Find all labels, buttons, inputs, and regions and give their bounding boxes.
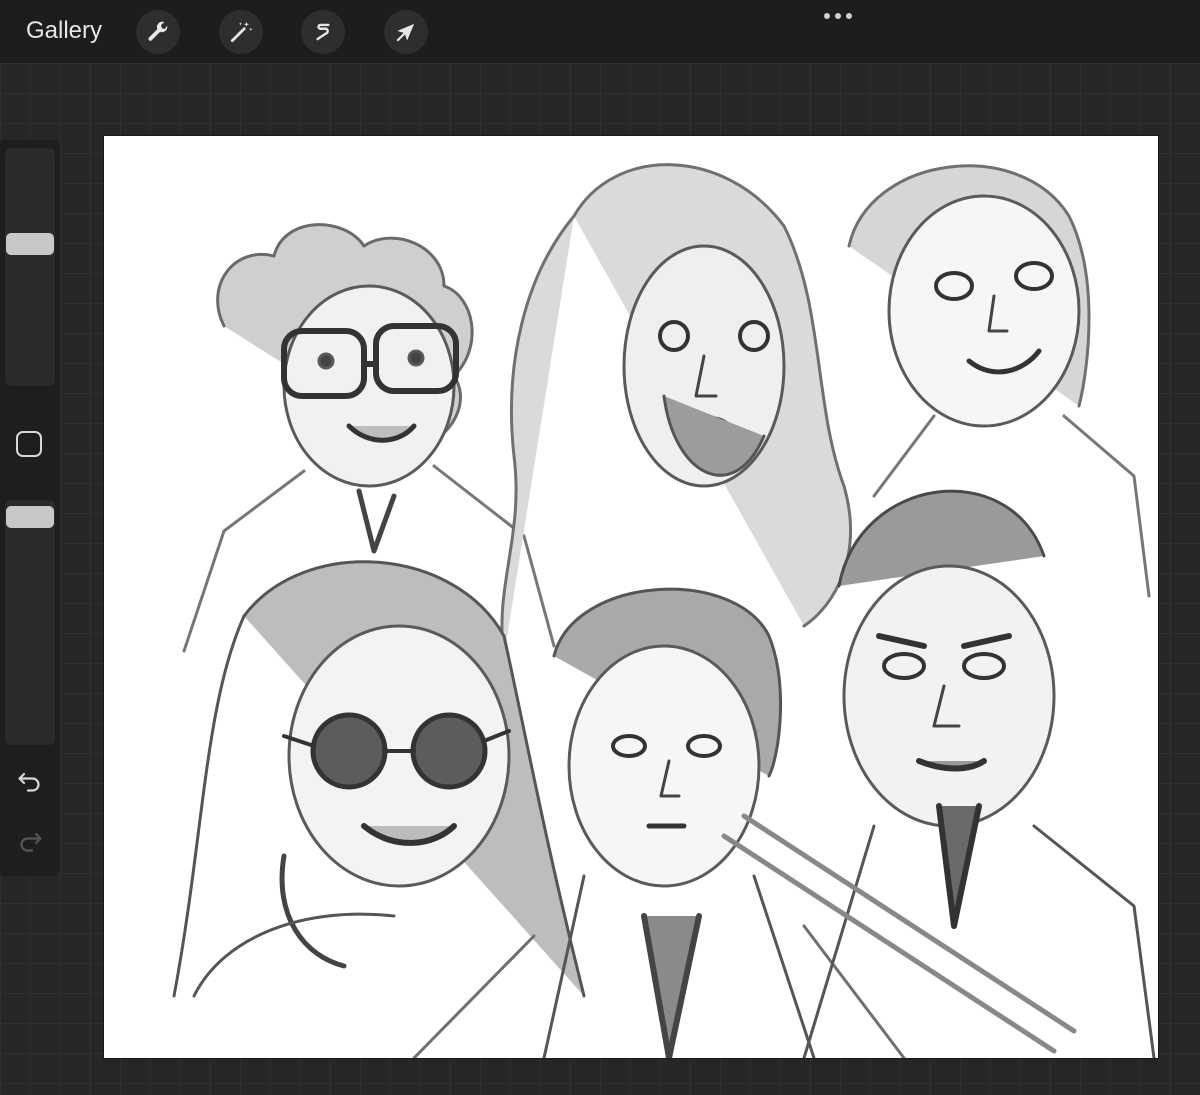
magic-wand-icon — [230, 21, 253, 43]
redo-icon — [20, 832, 42, 852]
more-dots-icon — [824, 13, 852, 19]
selection-button[interactable] — [301, 10, 345, 54]
procreate-app: Gallery — [0, 0, 1200, 1095]
undo-button[interactable] — [14, 765, 46, 797]
brush-size-thumb[interactable] — [6, 233, 54, 255]
left-sidebar — [0, 140, 60, 876]
selection-s-icon — [316, 23, 330, 41]
transform-button[interactable] — [384, 10, 428, 54]
brush-size-slider[interactable] — [5, 148, 55, 386]
redo-button[interactable] — [14, 825, 46, 857]
arrow-cursor-icon — [396, 23, 415, 42]
actions-button[interactable] — [136, 10, 180, 54]
modify-button[interactable] — [16, 431, 42, 457]
sketch-figure-long-hair — [500, 163, 852, 658]
sketch-artwork — [172, 163, 1156, 1058]
undo-icon — [18, 772, 40, 792]
gallery-button[interactable]: Gallery — [26, 16, 102, 46]
adjustments-button[interactable] — [219, 10, 263, 54]
sketch-figure-short-hair — [802, 489, 1156, 1058]
wrench-icon — [148, 21, 168, 41]
more-options-button[interactable] — [818, 6, 858, 26]
brush-opacity-thumb[interactable] — [6, 506, 54, 528]
sketch-figure-sunglasses — [172, 560, 586, 998]
drawing-canvas[interactable] — [104, 136, 1158, 1058]
brush-opacity-slider[interactable] — [5, 500, 55, 745]
top-toolbar: Gallery — [0, 0, 1200, 63]
sketch-sword-stroke — [721, 813, 1077, 1054]
